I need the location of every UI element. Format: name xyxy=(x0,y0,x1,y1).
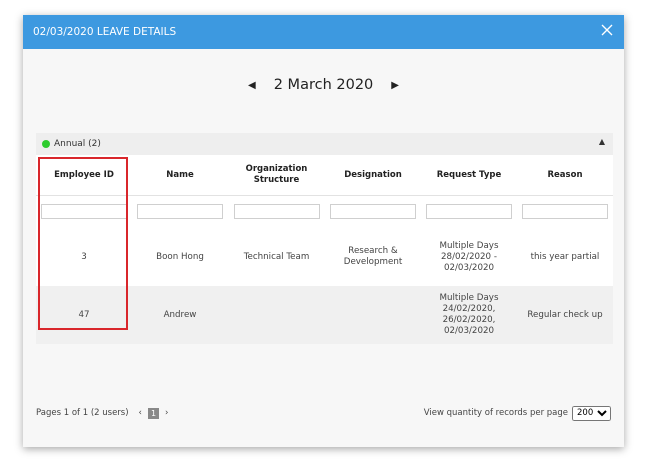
filter-request-type-input[interactable] xyxy=(426,204,512,219)
status-dot-icon xyxy=(42,140,50,148)
cell-name: Andrew xyxy=(132,286,228,344)
cell-name: Boon Hong xyxy=(156,251,204,262)
date-navigator: ◀ 2 March 2020 ▶ xyxy=(23,77,624,93)
cell-employee-id: 3 xyxy=(81,251,87,262)
filter-reason-input[interactable] xyxy=(522,204,608,219)
pagination-footer: Pages 1 of 1 (2 users) ‹ 1 › View quanti… xyxy=(36,399,613,427)
cell-org xyxy=(228,286,325,344)
modal-header: 02/03/2020 LEAVE DETAILS xyxy=(23,15,624,49)
cell-designation: Research & Development xyxy=(343,246,403,267)
cell-reason: Regular check up xyxy=(517,286,613,344)
pager: ‹ 1 › xyxy=(139,407,168,419)
leave-table: Employee ID Name Organization Structure … xyxy=(36,155,613,344)
table-header-row: Employee ID Name Organization Structure … xyxy=(36,155,613,196)
group-header[interactable]: Annual (2) ▲ xyxy=(36,133,613,155)
table-row[interactable]: 3 Boon Hong Technical Team Research & De… xyxy=(36,228,613,286)
cell-designation xyxy=(325,286,421,344)
prev-date-icon[interactable]: ◀ xyxy=(248,80,256,91)
leave-group-panel: Annual (2) ▲ Employee ID Name Organizati… xyxy=(36,133,613,344)
records-per-page-select[interactable]: 200 xyxy=(572,405,611,421)
collapse-icon[interactable]: ▲ xyxy=(599,137,605,146)
page-number-button[interactable]: 1 xyxy=(147,407,160,419)
close-icon[interactable] xyxy=(598,21,616,39)
column-header[interactable]: Employee ID xyxy=(36,155,132,196)
current-date: 2 March 2020 xyxy=(273,77,374,93)
filter-designation-input[interactable] xyxy=(330,204,416,219)
column-header[interactable]: Organization Structure xyxy=(228,155,325,196)
column-header[interactable]: Name xyxy=(132,155,228,196)
prev-page-icon[interactable]: ‹ xyxy=(139,408,142,418)
column-header[interactable]: Reason xyxy=(517,155,613,196)
leave-details-modal: 02/03/2020 LEAVE DETAILS ◀ 2 March 2020 … xyxy=(23,15,624,447)
filter-employee-id-input[interactable] xyxy=(41,204,127,219)
next-page-icon[interactable]: › xyxy=(165,408,168,418)
filter-row xyxy=(36,196,613,229)
cell-request-type: Multiple Days 28/02/2020 - 02/03/2020 xyxy=(439,240,499,273)
records-per-page-label: View quantity of records per page xyxy=(423,408,568,418)
cell-org: Technical Team xyxy=(243,251,310,262)
column-header[interactable]: Request Type xyxy=(421,155,517,196)
cell-reason: this year partial xyxy=(530,251,600,262)
group-label: Annual (2) xyxy=(54,139,101,149)
next-date-icon[interactable]: ▶ xyxy=(391,80,399,91)
modal-title: 02/03/2020 LEAVE DETAILS xyxy=(33,26,177,38)
filter-org-input[interactable] xyxy=(233,204,320,219)
column-header[interactable]: Designation xyxy=(325,155,421,196)
cell-request-type: Multiple Days 24/02/2020, 26/02/2020, 02… xyxy=(421,286,517,344)
pages-summary: Pages 1 of 1 (2 users) xyxy=(36,408,129,418)
cell-employee-id: 47 xyxy=(36,286,132,344)
filter-name-input[interactable] xyxy=(137,204,223,219)
table-row[interactable]: 47 Andrew Multiple Days 24/02/2020, 26/0… xyxy=(36,286,613,344)
